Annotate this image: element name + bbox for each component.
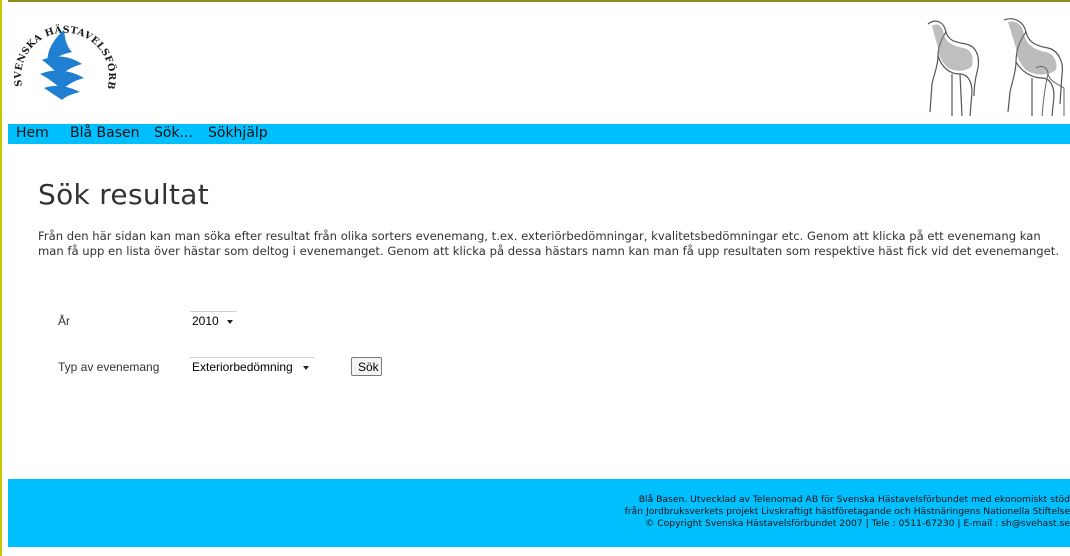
event-type-label: Typ av evenemang — [58, 360, 160, 374]
horses-illustration — [927, 18, 1065, 117]
footer-line-3: © Copyright Svenska Hästavelsförbundet 2… — [645, 518, 1070, 529]
page-title: Sök resultat — [38, 178, 209, 211]
footer-line-1: Blå Basen. Utvecklad av Telenomad AB för… — [638, 494, 1070, 505]
header: SVENSKA HÄSTAVELSFÖRBUNDET — [8, 2, 1070, 124]
logo: SVENSKA HÄSTAVELSFÖRBUNDET — [10, 8, 118, 100]
nav-bla-basen[interactable]: Blå Basen — [70, 124, 140, 144]
main-navigation: Hem Blå Basen Sök... Sökhjälp — [8, 124, 1070, 144]
search-button[interactable]: Sök — [351, 357, 382, 376]
event-type-select[interactable]: Exteriorbedömning — [190, 357, 314, 377]
nav-home[interactable]: Hem — [16, 124, 49, 144]
nav-search-help[interactable]: Sökhjälp — [208, 124, 268, 144]
footer-line-2: från Jordbruksverkets projekt Livskrafti… — [624, 506, 1070, 517]
footer: Blå Basen. Utvecklad av Telenomad AB för… — [8, 479, 1070, 547]
nav-search[interactable]: Sök... — [154, 124, 193, 144]
chevron-down-icon — [303, 366, 309, 370]
year-label: År — [58, 314, 70, 328]
intro-text: Från den här sidan kan man söka efter re… — [38, 229, 1060, 258]
year-select[interactable]: 2010 — [190, 311, 237, 331]
event-type-select-value: Exteriorbedömning — [192, 360, 293, 374]
chevron-down-icon — [227, 320, 233, 324]
year-select-value: 2010 — [192, 314, 219, 328]
